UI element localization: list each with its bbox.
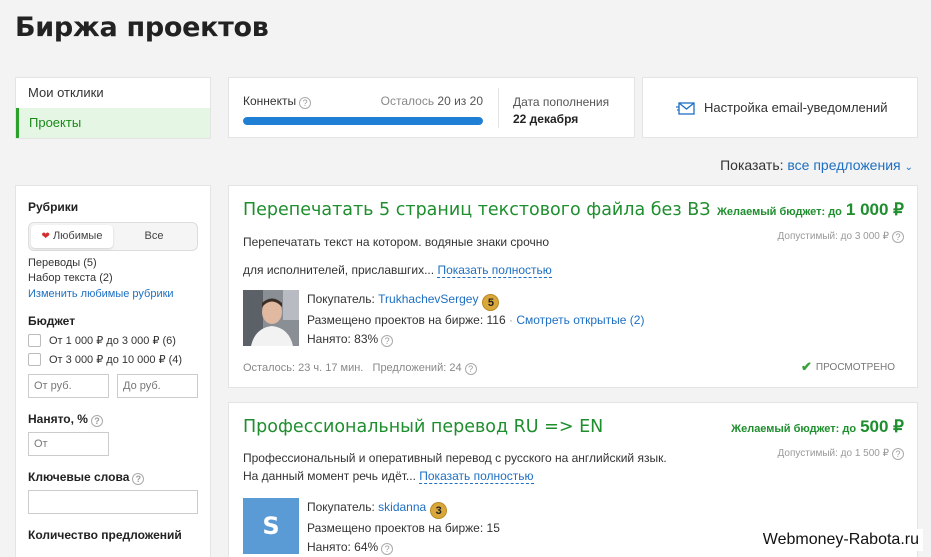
help-icon[interactable]: ? <box>892 231 904 243</box>
project-description-line: Перепечатать текст на котором. водяные з… <box>243 235 550 249</box>
connects-progress-bar <box>243 117 483 125</box>
viewed-status: ✔ ПРОСМОТРЕНО <box>801 359 895 374</box>
project-description-line: Профессиональный и оперативный перевод с… <box>243 451 667 465</box>
show-dropdown[interactable]: все предложения ⌄ <box>787 157 913 173</box>
connects-label: Коннекты? <box>243 94 312 109</box>
project-description-line: для исполнителей, приславшгих... Показат… <box>243 263 552 278</box>
budget-range: От руб. До руб. <box>28 374 198 398</box>
budget-from-input[interactable]: От руб. <box>28 374 109 398</box>
buyer-info: Покупатель: TrukhachevSergey 5 Размещено … <box>307 290 644 349</box>
email-settings-button[interactable]: Настройка email-уведомлений <box>642 77 918 138</box>
nav-item-my-responses[interactable]: Мои отклики <box>16 78 210 108</box>
topup-label: Дата пополнения <box>513 95 610 109</box>
help-icon[interactable]: ? <box>892 448 904 460</box>
checkbox[interactable] <box>28 353 41 366</box>
budget-option[interactable]: От 3 000 ₽ до 10 000 ₽ (4) <box>28 353 198 366</box>
tab-favorites[interactable]: ❤ Любимые <box>31 225 113 248</box>
buyer-photo-icon <box>243 290 299 346</box>
project-title[interactable]: Перепечатать 5 страниц текстового файла … <box>243 200 710 220</box>
rubric-item[interactable]: Набор текста (2) <box>28 272 198 284</box>
buyer-level-badge: 5 <box>482 294 500 311</box>
section-nav: Мои отклики Проекты <box>15 77 211 139</box>
buyer-name-link[interactable]: skidanna <box>378 500 426 514</box>
placed-row: Размещено проектов на бирже: 116 · Смотр… <box>307 313 645 327</box>
buyer-info: Покупатель: skidanna 3 Размещено проектов… <box>307 498 500 557</box>
project-description-line: На данный момент речь идёт... Показать п… <box>243 469 534 484</box>
hired-range: От <box>28 432 198 456</box>
tab-all[interactable]: Все <box>113 225 195 248</box>
budget-title: Бюджет <box>28 314 76 328</box>
help-icon[interactable]: ? <box>381 543 394 555</box>
chevron-down-icon: ⌄ <box>904 162 913 173</box>
help-icon[interactable]: ? <box>464 363 477 375</box>
desired-budget: Желаемый бюджет: до 500 ₽ <box>731 417 904 436</box>
keywords-title: Ключевые слова? <box>28 470 198 485</box>
page-title: Биржа проектов <box>15 12 269 43</box>
hired-title: Нанято, %? <box>28 412 198 427</box>
help-icon[interactable]: ? <box>90 415 103 427</box>
hired-row: Нанято: 83%? <box>307 330 644 349</box>
avatar[interactable]: S <box>243 498 299 554</box>
change-rubrics-link[interactable]: Изменить любимые рубрики <box>28 288 198 300</box>
connects-panel: Коннекты? Осталось 20 из 20 Дата пополне… <box>228 77 635 138</box>
allowed-budget: Допустимый: до 1 500 ₽? <box>778 448 904 460</box>
connects-remaining: Осталось 20 из 20 <box>380 94 483 108</box>
show-more-link[interactable]: Показать полностью <box>437 263 552 278</box>
buyer-level-badge: 3 <box>430 502 448 519</box>
show-filter: Показать: все предложения ⌄ <box>720 157 913 173</box>
open-projects-link[interactable]: Смотреть открытые (2) <box>516 313 644 327</box>
rubrics-toggle: ❤ Любимые Все <box>28 222 198 251</box>
email-settings-label: Настройка email-уведомлений <box>704 100 888 115</box>
connects-progress-fill <box>243 117 483 125</box>
help-icon[interactable]: ? <box>132 473 145 485</box>
help-icon[interactable]: ? <box>299 97 312 109</box>
buyer-name-link[interactable]: TrukhachevSergey <box>378 292 478 306</box>
divider <box>498 88 499 128</box>
show-label: Показать: <box>720 157 784 173</box>
project-title[interactable]: Профессиональный перевод RU => EN <box>243 417 603 437</box>
heart-icon: ❤ <box>41 231 50 242</box>
connects-summary: Коннекты? Осталось 20 из 20 <box>243 94 483 125</box>
checkmark-icon: ✔ <box>801 359 812 374</box>
keywords-row <box>28 490 198 514</box>
hired-from-input[interactable]: От <box>28 432 109 456</box>
allowed-budget: Допустимый: до 3 000 ₽? <box>778 231 904 243</box>
filters-panel: Рубрики ❤ Любимые Все Переводы (5) Набор … <box>15 185 211 557</box>
budget-option[interactable]: От 1 000 ₽ до 3 000 ₽ (6) <box>28 334 198 347</box>
rubrics-title: Рубрики <box>28 200 79 214</box>
show-more-link[interactable]: Показать полностью <box>419 469 534 484</box>
project-meta: Осталось: 23 ч. 17 мин. Предложений: 24? <box>243 362 477 375</box>
envelope-icon <box>676 101 695 115</box>
topup-info: Дата пополнения 22 декабря <box>513 94 609 128</box>
checkbox[interactable] <box>28 334 41 347</box>
avatar[interactable] <box>243 290 299 346</box>
hired-row: Нанято: 64%? <box>307 538 500 557</box>
buyer-row: Покупатель: TrukhachevSergey 5 <box>307 290 644 311</box>
help-icon[interactable]: ? <box>381 335 394 347</box>
project-card: Перепечатать 5 страниц текстового файла … <box>228 185 918 388</box>
topup-date: 22 декабря <box>513 112 579 126</box>
nav-item-projects[interactable]: Проекты <box>16 108 210 138</box>
keywords-input[interactable] <box>28 490 198 514</box>
budget-to-input[interactable]: До руб. <box>117 374 198 398</box>
desired-budget: Желаемый бюджет: до 1 000 ₽ <box>716 200 904 219</box>
offers-count-title: Количество предложений <box>28 528 182 542</box>
placed-row: Размещено проектов на бирже: 15 <box>307 521 500 535</box>
watermark: Webmoney-Rabota.ru <box>758 529 923 551</box>
buyer-row: Покупатель: skidanna 3 <box>307 498 500 519</box>
rubric-item[interactable]: Переводы (5) <box>28 257 198 269</box>
